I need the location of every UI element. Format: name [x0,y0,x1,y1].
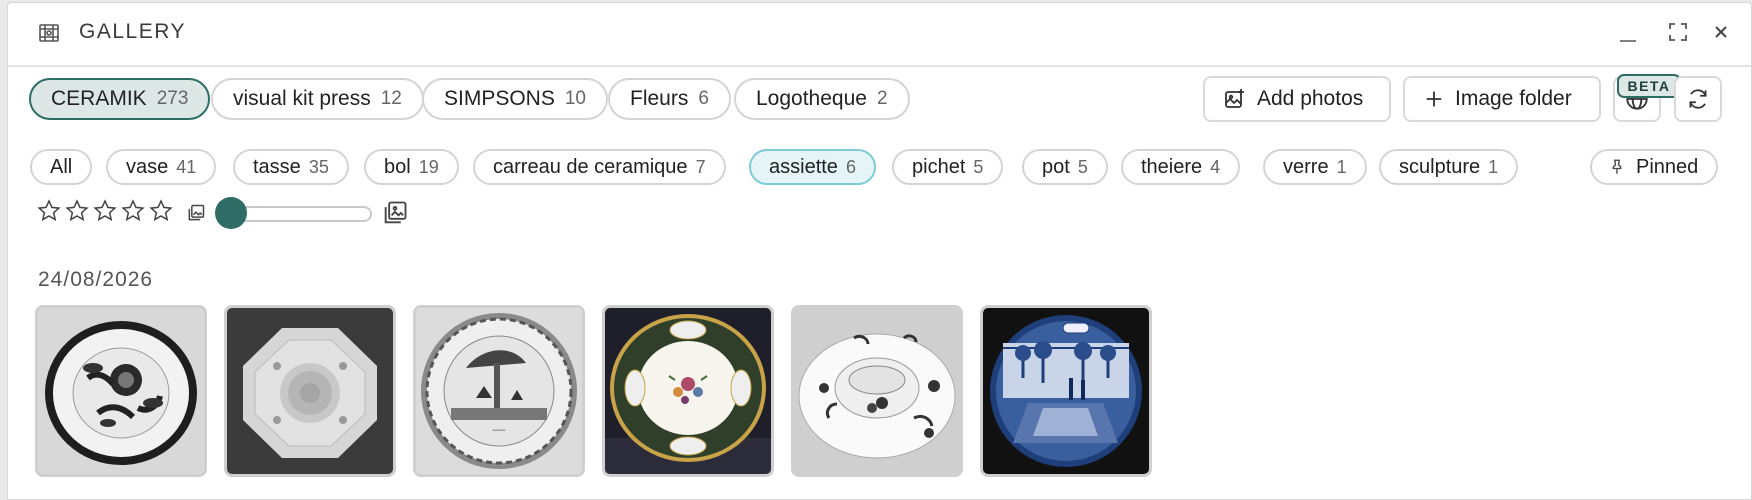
thumbnail-plate-blue-delft[interactable] [980,305,1152,477]
large-thumbnail-icon [384,201,407,224]
tag-count: 41 [176,156,197,177]
thumbnail-plate-landscape[interactable]: ~~~ [413,305,585,477]
tag-count: 6 [845,156,856,177]
tag-chip-theiere[interactable]: theiere 4 [1121,149,1241,185]
tag-chip-sculpture[interactable]: sculpture 1 [1379,149,1519,185]
tag-name: verre [1283,155,1329,178]
star-icon[interactable] [120,198,146,224]
small-thumbnail-icon [188,204,205,221]
rating-filter [36,198,176,224]
maximize-icon[interactable] [1665,19,1691,45]
thumbnail-plate-floral-bw[interactable] [35,305,207,477]
image-folder-label: Image folder [1455,87,1572,110]
album-chip-simpsons[interactable]: SIMPSONS 10 [422,78,608,120]
tag-count: 1 [1336,156,1347,177]
tag-count: 5 [973,156,984,177]
window-title: GALLERY [79,20,186,43]
pinned-button[interactable]: Pinned [1590,149,1719,185]
tag-name: theiere [1141,155,1203,178]
tag-name: bol [384,155,411,178]
tag-chip-tasse[interactable]: tasse 35 [233,149,349,185]
beta-badge: BETA [1617,74,1681,98]
tag-chip-all[interactable]: All [30,149,93,185]
album-chip-visual-kit-press[interactable]: visual kit press 12 [211,78,424,120]
tag-name: pot [1042,155,1070,178]
album-count: 2 [876,88,888,109]
album-chip-fleurs[interactable]: Fleurs 6 [608,78,731,120]
tag-count: 1 [1488,156,1499,177]
tag-name: assiette [769,155,838,178]
tag-chip-verre[interactable]: verre 1 [1263,149,1367,185]
add-photos-button[interactable]: Add photos [1203,76,1391,122]
album-name: Logotheque [756,87,867,110]
title-bar: GALLERY [8,3,1751,67]
star-icon[interactable] [92,198,118,224]
tag-chip-assiette[interactable]: assiette 6 [749,149,876,185]
tag-name: All [50,155,73,178]
gallery-date-heading: 24/08/2026 [38,268,154,291]
tag-chip-pot[interactable]: pot 5 [1022,149,1108,185]
album-name: SIMPSONS [444,87,555,110]
tag-name: carreau de ceramique [493,155,688,178]
thumbnail-plate-white-flowers[interactable] [791,305,963,477]
svg-text:~~~: ~~~ [493,426,507,435]
album-count: 273 [156,88,189,109]
add-photos-label: Add photos [1257,87,1364,110]
tag-count: 35 [308,156,329,177]
star-icon[interactable] [148,198,174,224]
image-folder-button[interactable]: Image folder [1403,76,1601,122]
tag-name: vase [126,155,169,178]
thumbnail-plate-octagonal[interactable] [224,305,396,477]
pinned-label: Pinned [1636,155,1699,178]
tag-name: pichet [912,155,966,178]
album-count: 12 [380,88,402,109]
slider-handle[interactable] [215,197,247,229]
album-name: Fleurs [630,87,689,110]
album-name: CERAMIK [51,87,147,110]
thumbnail-grid: ~~~ [35,305,1169,477]
album-count: 6 [698,88,709,109]
tag-name: tasse [253,155,301,178]
album-name: visual kit press [233,87,371,110]
gallery-icon [39,24,59,42]
add-image-icon [1225,89,1244,108]
tag-name: sculpture [1399,155,1481,178]
tag-chip-carreau-de-ceramique[interactable]: carreau de ceramique 7 [473,149,726,185]
gallery-window: GALLERY CERAMIK 273 visual kit press 12 SI… [7,2,1752,500]
close-icon[interactable] [1708,19,1734,45]
tag-count: 5 [1077,156,1088,177]
album-chip-ceramik[interactable]: CERAMIK 273 [29,78,211,120]
tag-count: 19 [418,156,439,177]
thumbnail-plate-green-border[interactable] [602,305,774,477]
tag-chip-pichet[interactable]: pichet 5 [892,149,1004,185]
minimize-icon[interactable] [1615,19,1641,45]
refresh-button[interactable] [1674,76,1722,122]
album-count: 10 [564,88,586,109]
tag-count: 4 [1210,156,1221,177]
tag-chip-bol[interactable]: bol 19 [364,149,459,185]
album-chip-logotheque[interactable]: Logotheque 2 [734,78,910,120]
refresh-icon [1689,89,1707,109]
star-icon[interactable] [36,198,62,224]
plus-icon [1426,91,1442,107]
star-icon[interactable] [64,198,90,224]
tag-count: 7 [695,156,706,177]
pin-icon [1612,159,1622,174]
tag-chip-vase[interactable]: vase 41 [106,149,217,185]
